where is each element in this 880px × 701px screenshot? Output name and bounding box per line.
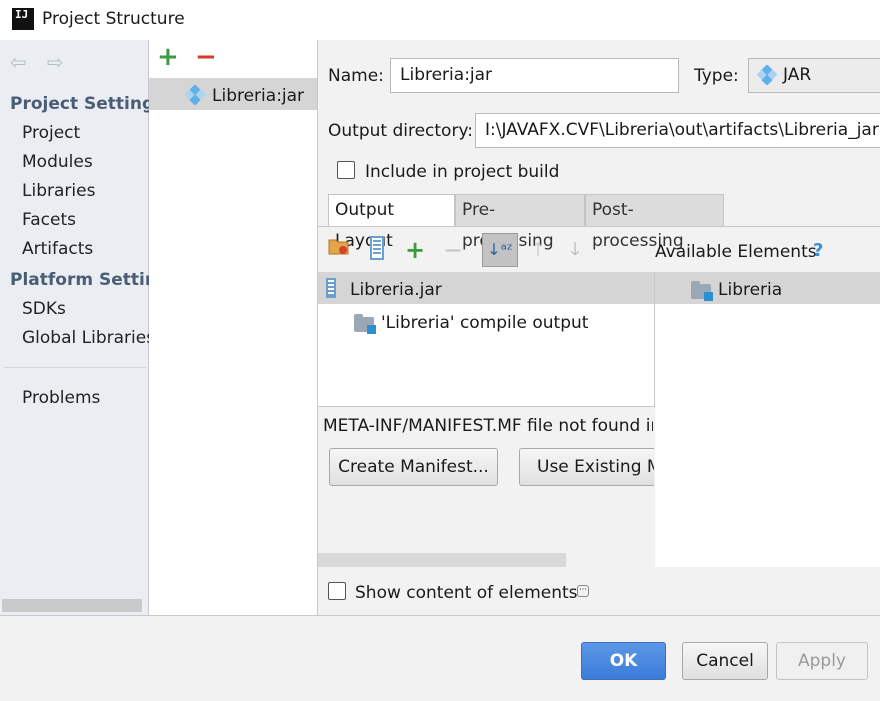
artifact-list-item-label: Libreria:jar (212, 86, 305, 106)
cancel-button[interactable]: Cancel (682, 642, 768, 680)
output-directory-label: Output directory: (328, 121, 473, 141)
move-up-icon[interactable]: 🡑 (525, 236, 551, 264)
sidebar-item-modules[interactable]: Modules (22, 152, 93, 172)
help-icon[interactable]: ? (813, 240, 823, 261)
name-input[interactable]: Libreria:jar (390, 58, 679, 93)
sidebar-item-problems[interactable]: Problems (22, 388, 100, 408)
minus-icon[interactable]: − (195, 42, 217, 72)
remove-element-icon[interactable]: − (440, 236, 466, 264)
manifest-warning-text: META-INF/MANIFEST.MF file not found in (323, 416, 653, 436)
create-archive-icon[interactable] (364, 236, 390, 264)
platform-settings-heading: Platform Settings (10, 270, 150, 290)
window-title: Project Structure (42, 9, 185, 29)
move-down-icon[interactable]: 🡓 (562, 236, 588, 264)
sort-az-icon: ↓ᵃᶻ (487, 240, 513, 259)
module-output-folder-icon (354, 314, 376, 334)
include-in-build-label: Include in project build (365, 162, 560, 182)
output-directory-input[interactable]: I:\JAVAFX.CVF\Libreria\out\artifacts\Lib… (475, 113, 880, 148)
tab-post-processing[interactable]: Post-processing (585, 194, 724, 251)
sidebar-item-artifacts[interactable]: Artifacts (22, 239, 93, 259)
jar-archive-icon (326, 278, 336, 298)
new-directory-icon[interactable] (326, 236, 352, 264)
show-content-label: Show content of elements (355, 583, 578, 603)
sidebar-scrollbar[interactable] (2, 599, 142, 612)
tree-root-label: Libreria.jar (350, 280, 442, 300)
sidebar-item-global-libraries[interactable]: Global Libraries (22, 328, 155, 348)
available-elements-tree (655, 272, 880, 567)
create-manifest-button[interactable]: Create Manifest... (329, 448, 498, 486)
plus-icon[interactable]: + (157, 42, 179, 72)
ok-button[interactable]: OK (581, 642, 666, 680)
tab-output-layout[interactable]: Output Layout (328, 194, 455, 251)
horizontal-scrollbar[interactable] (318, 553, 566, 567)
sidebar-item-sdks[interactable]: SDKs (22, 299, 66, 319)
sidebar-item-facets[interactable]: Facets (22, 210, 76, 230)
show-content-checkbox[interactable] (328, 582, 346, 600)
add-element-icon[interactable]: + (402, 236, 428, 264)
manifest-divider (318, 406, 655, 407)
available-item-label: Libreria (718, 280, 783, 300)
available-elements-label: Available Elements (655, 242, 817, 262)
project-settings-heading: Project Settings (10, 94, 165, 114)
module-folder-icon (691, 281, 713, 301)
intellij-app-icon: IJ (12, 8, 34, 30)
sidebar-item-project[interactable]: Project (22, 123, 80, 143)
type-label: Type: (694, 66, 739, 86)
tab-pre-processing[interactable]: Pre-processing (455, 194, 585, 251)
use-existing-manifest-button[interactable]: Use Existing Manifest... (519, 448, 654, 486)
jar-type-diamond-icon (757, 65, 777, 85)
sidebar-item-libraries[interactable]: Libraries (22, 181, 95, 201)
apply-button[interactable]: Apply (776, 642, 868, 680)
sidebar-divider (4, 367, 146, 368)
tree-child-label[interactable]: 'Libreria' compile output (381, 313, 588, 333)
arrow-left-icon[interactable]: ⇦ (10, 50, 27, 74)
artifact-diamond-icon (185, 85, 205, 105)
use-existing-clip: Use Existing Manifest... (519, 448, 654, 486)
tabs-divider (318, 226, 880, 227)
name-label: Name: (328, 66, 384, 86)
artifacts-list-panel (149, 40, 318, 615)
info-icon[interactable]: ··· (577, 585, 589, 597)
arrow-right-icon[interactable]: ⇨ (47, 50, 64, 74)
include-in-build-checkbox[interactable] (337, 161, 355, 179)
